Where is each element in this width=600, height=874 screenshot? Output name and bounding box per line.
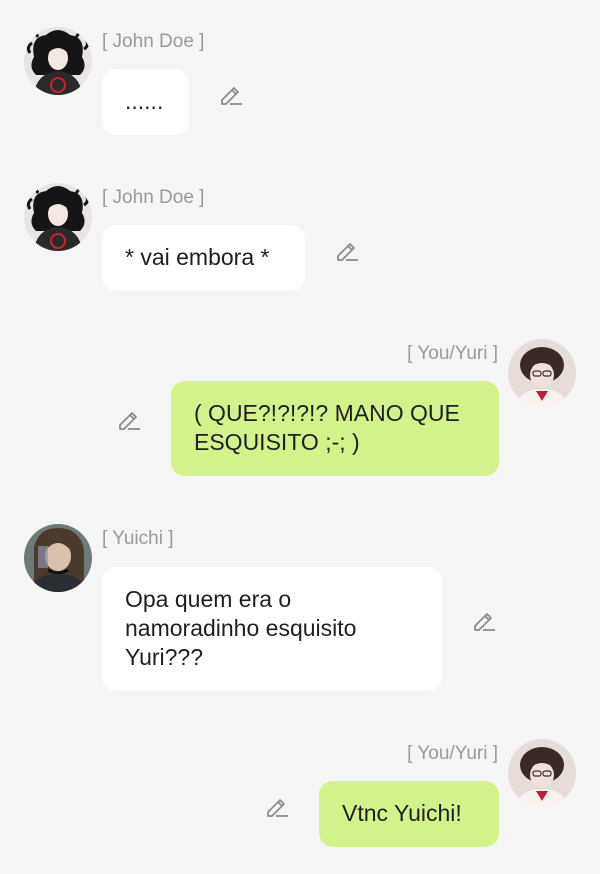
pencil-icon[interactable] [116,406,142,432]
sender-name: [ Yuichi ] [102,528,174,549]
yuichi-avatar[interactable] [24,524,92,592]
pencil-icon[interactable] [471,607,497,633]
yuri-avatar[interactable] [508,739,576,807]
john-doe-avatar[interactable] [24,27,92,95]
pencil-icon[interactable] [334,237,360,263]
message-bubble[interactable]: Opa quem era o namoradinho esquisito Yur… [102,567,442,691]
john-doe-avatar[interactable] [24,183,92,251]
message-bubble[interactable]: ...... [102,69,189,135]
sender-name: [ John Doe ] [102,31,205,52]
message-bubble[interactable]: ( QUE?!?!?!? MANO QUE ESQUISITO ;-; ) [171,381,499,476]
yuri-avatar[interactable] [508,339,576,407]
sender-name: [ You/Yuri ] [407,743,498,764]
pencil-icon[interactable] [264,793,290,819]
message-bubble[interactable]: Vtnc Yuichi! [319,781,499,847]
pencil-icon[interactable] [218,81,244,107]
sender-name: [ You/Yuri ] [407,343,498,364]
message-bubble[interactable]: * vai embora * [102,225,305,291]
sender-name: [ John Doe ] [102,187,205,208]
